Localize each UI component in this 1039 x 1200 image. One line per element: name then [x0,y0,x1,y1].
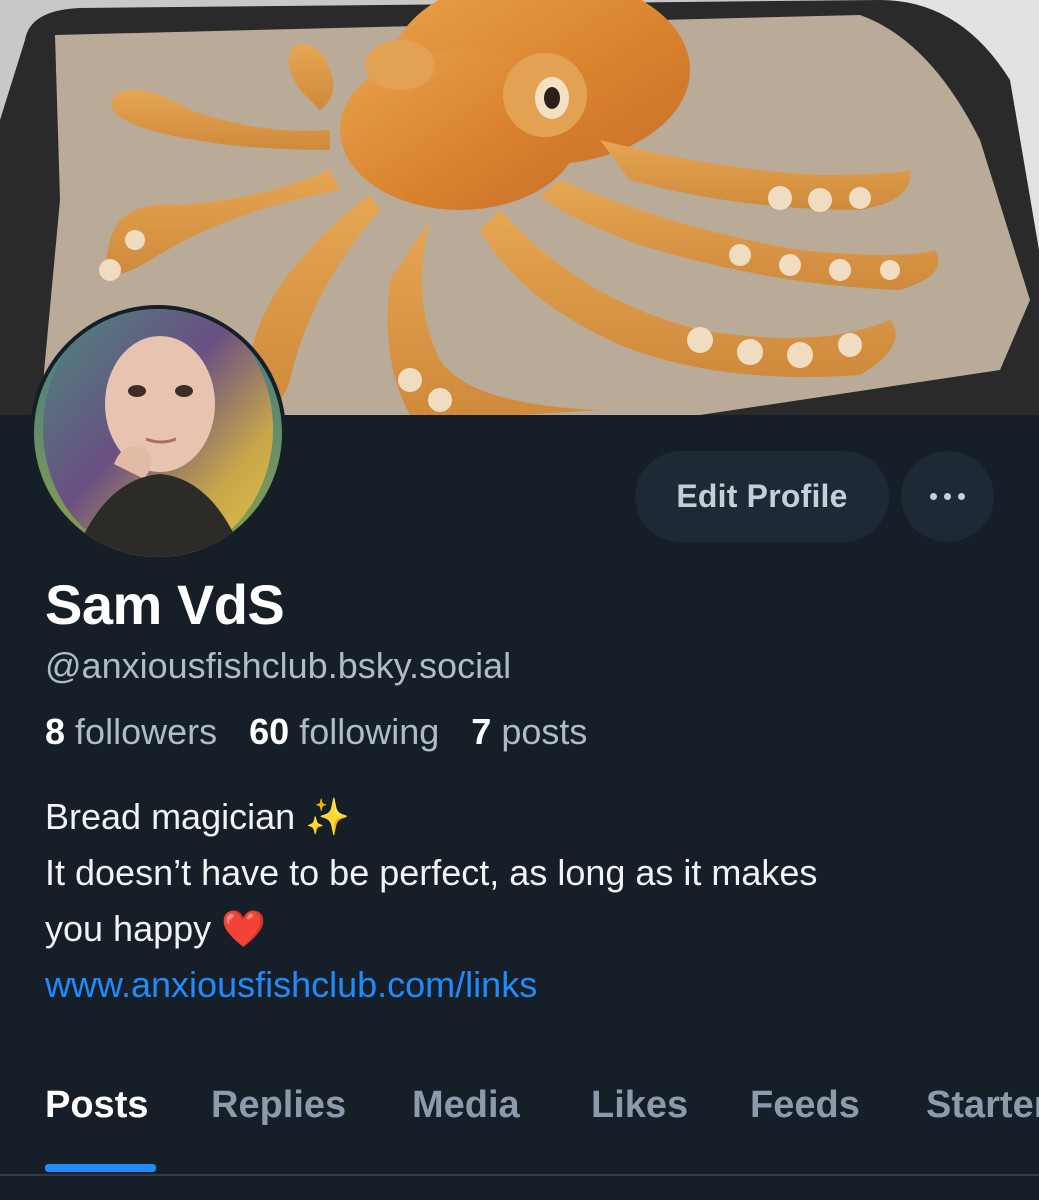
profile-bio: Bread magician ✨ It doesn’t have to be p… [45,789,1005,1013]
bio-text-3: you happy [45,908,212,949]
followers-label: followers [75,711,218,752]
following-count: 60 [249,711,290,752]
tab-replies[interactable]: Replies [211,1084,346,1127]
tab-posts[interactable]: Posts [45,1084,148,1127]
bio-link[interactable]: www.anxiousfishclub.com/links [45,957,1005,1013]
edit-profile-button[interactable]: Edit Profile [635,451,889,542]
tab-starter-packs[interactable]: Starter Packs [926,1084,1039,1127]
profile-stats: 8 followers 60 following 7 posts [45,711,609,753]
avatar-image [34,309,282,557]
heart-icon: ❤️ [221,908,266,949]
following-label: following [299,711,440,752]
following-stat[interactable]: 60 following [249,711,439,752]
content-area [0,1176,1039,1200]
more-horizontal-icon [930,493,937,500]
active-tab-indicator [45,1164,156,1172]
followers-count: 8 [45,711,66,752]
more-horizontal-icon [958,493,965,500]
display-name: Sam VdS [45,573,285,636]
bio-line-2: It doesn’t have to be perfect, as long a… [45,852,818,893]
profile-tabs: Posts Replies Media Likes Feeds Starter … [0,1060,1039,1176]
avatar[interactable] [30,305,286,561]
posts-stat: 7 posts [471,711,587,752]
profile-handle: @anxiousfishclub.bsky.social [45,645,512,686]
posts-label: posts [501,711,588,752]
bio-text-1: Bread magician [45,796,296,837]
followers-stat[interactable]: 8 followers [45,711,217,752]
tab-media[interactable]: Media [412,1084,520,1127]
posts-count: 7 [471,711,492,752]
sparkles-icon: ✨ [305,796,350,837]
more-horizontal-icon [944,493,951,500]
more-options-button[interactable] [901,451,994,542]
tab-likes[interactable]: Likes [591,1084,688,1127]
tab-feeds[interactable]: Feeds [750,1084,860,1127]
bio-line-1: Bread magician ✨ [45,789,1005,845]
bio-line-3: you happy ❤️ [45,901,1005,957]
